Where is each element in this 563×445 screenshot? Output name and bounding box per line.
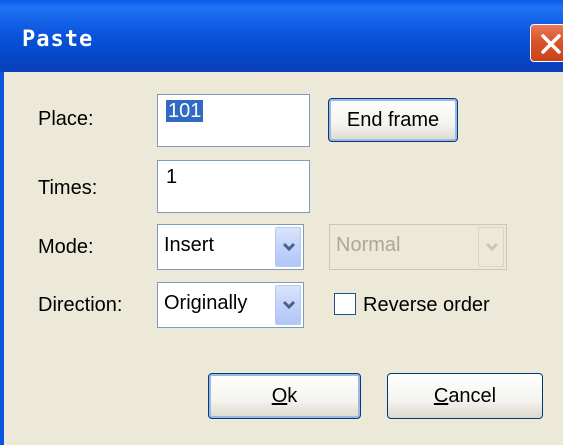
direction-value: Originally [164,292,248,314]
cancel-label-rest: ancel [448,385,497,407]
chevron-down-icon [282,242,296,252]
cancel-mnemonic: C [433,385,449,407]
end-frame-button[interactable]: End frame [328,98,458,142]
place-input[interactable]: 101 [157,94,310,147]
mode-value: Insert [164,234,215,256]
chevron-down-icon [485,242,499,252]
close-icon [541,34,561,54]
reverse-order-label[interactable]: Reverse order [363,294,490,317]
times-input[interactable]: 1 [157,160,310,213]
mode-label: Mode: [38,236,94,258]
dialog-title: Paste [22,27,94,52]
direction-select[interactable]: Originally [157,282,304,328]
window-border [0,72,4,445]
place-value: 101 [166,100,204,122]
blend-dropdown-button [478,227,504,267]
blend-select: Normal [329,224,507,270]
ok-label-rest: k [287,385,298,407]
times-label: Times: [38,177,98,199]
ok-button[interactable]: Ok [208,373,361,419]
title-bar[interactable]: Paste [0,0,563,72]
times-value: 1 [166,166,178,188]
direction-dropdown-button[interactable] [275,285,301,325]
ok-mnemonic: O [271,385,288,407]
mode-dropdown-button[interactable] [275,227,301,267]
direction-label: Direction: [38,294,123,316]
blend-value: Normal [336,234,401,256]
cancel-button[interactable]: Cancel [387,373,543,419]
mode-select[interactable]: Insert [157,224,304,270]
chevron-down-icon [282,300,296,310]
place-label: Place: [38,108,94,130]
paste-dialog: Paste Place: 101 End frame Times: 1 Mode… [0,0,563,445]
reverse-order-checkbox[interactable] [334,293,356,315]
close-button[interactable] [530,24,563,62]
